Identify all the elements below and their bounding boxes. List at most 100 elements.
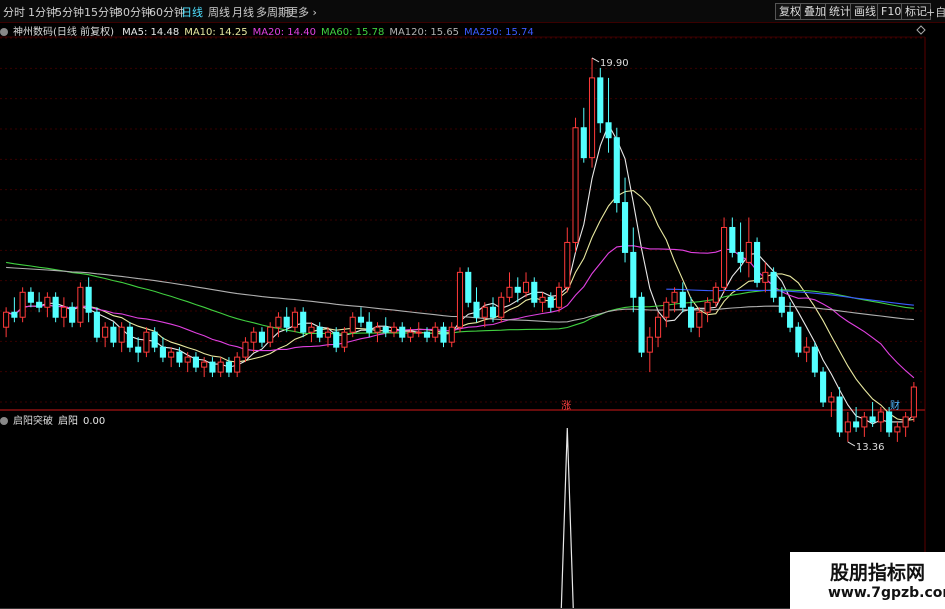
candle-body (407, 331, 414, 338)
watermark-title: 股朋指标网 (830, 562, 926, 584)
candle-body (225, 361, 232, 373)
candle-body (489, 306, 497, 318)
candle-body (192, 356, 199, 368)
candle-body (877, 411, 884, 423)
watermark: 股朋指标网 www.7gpzb.com (790, 552, 945, 609)
candle-body (754, 241, 761, 283)
candle-body (399, 326, 406, 338)
candle-body (654, 316, 662, 338)
candle-body (737, 251, 744, 263)
candle-body (176, 351, 183, 363)
candle-body (671, 291, 678, 303)
signal-spike (560, 427, 574, 609)
fall-tag: 财 (890, 399, 900, 412)
candle-body (498, 296, 505, 318)
candle-body (820, 371, 827, 403)
candle-body (36, 301, 43, 308)
candle-body (250, 331, 257, 343)
high-price-label: 19.90 (600, 58, 629, 69)
candle-body (630, 251, 637, 298)
candle-body (324, 331, 332, 338)
candle-body (844, 421, 851, 433)
candle-body (390, 326, 398, 333)
candle-body (201, 361, 208, 368)
candle-body (638, 296, 645, 353)
candle-body (159, 346, 166, 358)
candle-body (19, 291, 26, 318)
low-price-label: 13.36 (856, 442, 885, 453)
candle-body (762, 271, 769, 283)
candle-body (93, 311, 100, 338)
candle-body (151, 331, 158, 348)
candle-body (729, 226, 736, 253)
candle-body (613, 137, 620, 204)
candle-body (514, 286, 521, 293)
candle-body (473, 301, 480, 318)
candle-body (333, 331, 340, 348)
candle-body (811, 346, 818, 373)
candle-body (531, 281, 538, 303)
candle-body (886, 411, 893, 433)
candle-body (234, 356, 241, 373)
rise-tag: 涨 (561, 400, 571, 412)
candle-body (547, 296, 554, 308)
candle-body (52, 296, 59, 318)
candle-body (861, 416, 868, 428)
candle-body (275, 316, 282, 328)
candle-body (745, 241, 752, 263)
candle-body (770, 271, 777, 298)
candle-body (440, 326, 447, 343)
candle-body (374, 326, 381, 333)
candle-body (85, 286, 92, 313)
candle-body (778, 296, 785, 313)
candle-body (787, 311, 794, 328)
candle-body (580, 127, 587, 159)
candle-body (77, 286, 84, 323)
candle-body (456, 271, 464, 328)
candle-body (168, 351, 175, 358)
candle-body (341, 331, 348, 348)
low-marker-line (847, 441, 856, 447)
candle-body (316, 326, 323, 338)
candle-body (184, 356, 191, 363)
candle-body (588, 77, 596, 159)
candle-body (572, 127, 579, 243)
candle-body (432, 326, 439, 338)
candle-body (143, 331, 150, 353)
candle-body (621, 202, 629, 253)
candle-body (300, 311, 307, 333)
candle-body (118, 326, 125, 343)
candle-body (902, 416, 909, 428)
candle-body (258, 331, 266, 343)
candle-body (110, 326, 117, 343)
candle-body (506, 286, 513, 298)
candle-body (27, 291, 34, 303)
candle-body (308, 326, 315, 333)
candle-body (126, 326, 133, 348)
candle-body (721, 226, 728, 288)
candle-body (3, 311, 10, 328)
candle-body (242, 341, 249, 358)
candle-body (712, 286, 719, 303)
candle-body (60, 306, 67, 318)
candle-body (696, 311, 703, 328)
candle-body (423, 331, 431, 338)
candle-body (679, 291, 686, 308)
candle-body (357, 316, 365, 323)
candle-body (69, 306, 76, 323)
diamond-icon[interactable] (916, 25, 926, 35)
candle-body (44, 296, 51, 308)
candle-body (209, 361, 216, 373)
candle-body (605, 122, 612, 139)
kline-chart[interactable]: 19.90 13.36 涨 财 (0, 0, 945, 609)
candle-body (795, 326, 802, 353)
candle-body (11, 311, 18, 318)
candle-body (828, 396, 835, 403)
candle-body (869, 416, 876, 423)
candle-body (481, 306, 488, 318)
candle-body (135, 346, 142, 353)
candle-body (283, 316, 290, 328)
watermark-url: www.7gpzb.com (828, 585, 945, 601)
candle-body (853, 421, 860, 428)
candle-body (448, 326, 455, 343)
